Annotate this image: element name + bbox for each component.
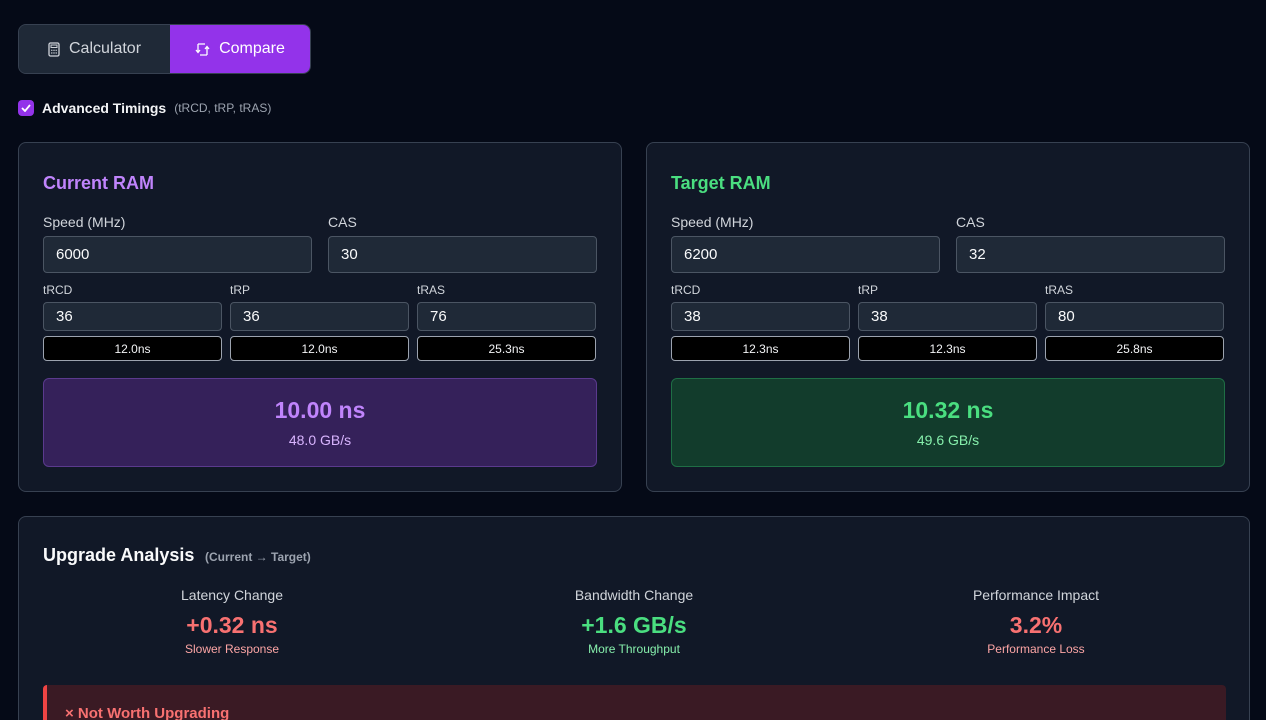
tab-calculator-label: Calculator [68, 40, 142, 57]
latency-change-note: Slower Response [184, 642, 280, 656]
current-cas-input[interactable]: 30 [328, 236, 597, 273]
compare-arrows-icon [195, 42, 210, 57]
bandwidth-change-metric: Bandwidth Change +1.6 GB/s More Throughp… [484, 587, 784, 656]
advanced-timings-hint: (tRCD, tRP, tRAS) [174, 101, 272, 115]
current-bandwidth-value: 48.0 GB/s [288, 432, 352, 448]
target-trp-ns: 12.3ns [858, 336, 1037, 361]
target-trcd-ns: 12.3ns [671, 336, 850, 361]
mode-tabs: Calculator Compare [18, 24, 311, 74]
tab-compare[interactable]: Compare [170, 25, 310, 73]
current-trp-input[interactable]: 36 [230, 302, 409, 331]
analysis-subtitle: (Current → Target) [205, 550, 311, 564]
advanced-timings-checkbox[interactable] [18, 100, 34, 116]
tras-label: tRAS [417, 283, 446, 297]
performance-impact-note: Performance Loss [987, 642, 1085, 656]
trp-label: tRP [230, 283, 251, 297]
performance-impact-value: 3.2% [1009, 612, 1063, 638]
app-root: Calculator Compare Advanced Timings (tRC… [0, 0, 1266, 720]
target-cas-input[interactable]: 32 [956, 236, 1225, 273]
current-ram-panel: Current RAM Speed (MHz) 6000 CAS 30 tRCD… [18, 142, 622, 492]
performance-impact-metric: Performance Impact 3.2% Performance Loss [886, 587, 1186, 656]
current-trcd-input[interactable]: 36 [43, 302, 222, 331]
target-trp-input[interactable]: 38 [858, 302, 1037, 331]
panel-title: Target RAM [671, 173, 771, 193]
tab-compare-label: Compare [219, 40, 285, 57]
tab-calculator[interactable]: Calculator [19, 25, 170, 73]
target-result-box: 10.32 ns 49.6 GB/s [671, 378, 1225, 467]
current-tras-ns: 25.3ns [417, 336, 596, 361]
latency-change-value: +0.32 ns [186, 612, 278, 638]
calculator-icon [48, 41, 60, 57]
advanced-timings-label: Advanced Timings [42, 100, 167, 116]
current-latency-value: 10.00 ns [274, 397, 366, 423]
latency-change-label: Latency Change [181, 587, 283, 603]
tras-label: tRAS [1045, 283, 1074, 297]
current-tras-input[interactable]: 76 [417, 302, 596, 331]
bandwidth-change-label: Bandwidth Change [574, 587, 694, 603]
analysis-title: Upgrade Analysis [43, 545, 195, 565]
current-speed-input[interactable]: 6000 [43, 236, 312, 273]
advanced-timings-toggle: Advanced Timings (tRCD, tRP, tRAS) [18, 99, 271, 117]
target-trcd-input[interactable]: 38 [671, 302, 850, 331]
target-latency-value: 10.32 ns [902, 397, 994, 423]
upgrade-analysis-panel: Upgrade Analysis (Current → Target) Late… [18, 516, 1250, 720]
target-tras-ns: 25.8ns [1045, 336, 1224, 361]
cas-label: CAS [328, 214, 357, 230]
current-result-box: 10.00 ns 48.0 GB/s [43, 378, 597, 467]
verdict-banner: × Not Worth Upgrading [43, 685, 1226, 720]
current-trcd-ns: 12.0ns [43, 336, 222, 361]
bandwidth-change-note: More Throughput [588, 642, 680, 656]
speed-label: Speed (MHz) [43, 214, 126, 230]
performance-impact-label: Performance Impact [972, 587, 1100, 603]
target-speed-input[interactable]: 6200 [671, 236, 940, 273]
panel-title: Current RAM [43, 173, 154, 193]
check-icon [21, 104, 31, 112]
target-ram-panel: Target RAM Speed (MHz) 6200 CAS 32 tRCD … [646, 142, 1250, 492]
target-tras-input[interactable]: 80 [1045, 302, 1224, 331]
bandwidth-change-value: +1.6 GB/s [581, 612, 687, 638]
target-bandwidth-value: 49.6 GB/s [916, 432, 980, 448]
cas-label: CAS [956, 214, 985, 230]
trcd-label: tRCD [671, 283, 701, 297]
current-trp-ns: 12.0ns [230, 336, 409, 361]
trcd-label: tRCD [43, 283, 73, 297]
verdict-text: × Not Worth Upgrading [65, 705, 230, 720]
speed-label: Speed (MHz) [671, 214, 754, 230]
trp-label: tRP [858, 283, 879, 297]
latency-change-metric: Latency Change +0.32 ns Slower Response [82, 587, 382, 656]
